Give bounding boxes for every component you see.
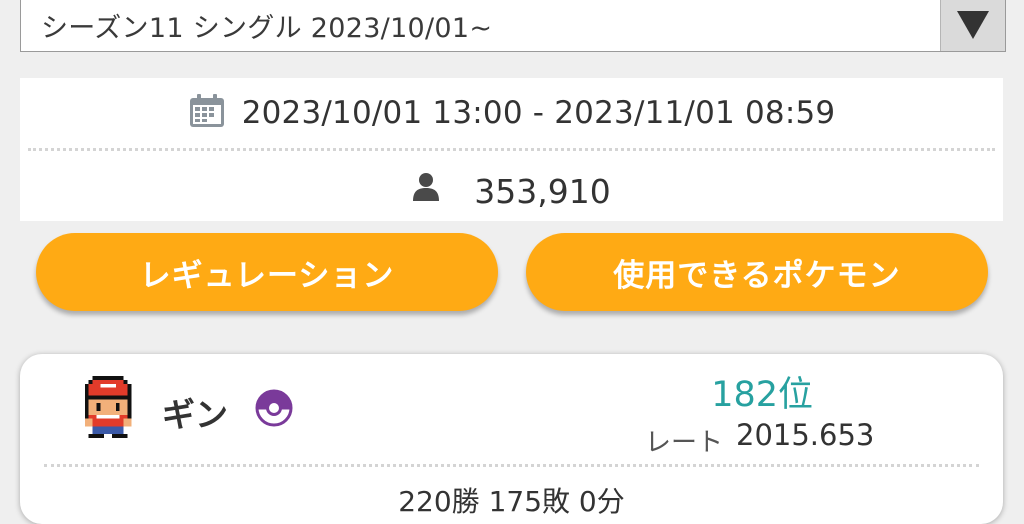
season-select-value: シーズン11 シングル 2023/10/01~: [41, 13, 493, 44]
season-info-panel: 2023/10/01 13:00 - 2023/11/01 08:59 353,…: [20, 78, 1003, 221]
usable-pokemon-button[interactable]: 使用できるポケモン: [526, 233, 988, 311]
trainer-avatar: [84, 376, 132, 438]
triangle-down-icon: [957, 11, 989, 39]
season-select-toggle[interactable]: [940, 0, 1005, 51]
dotted-divider: [28, 148, 995, 151]
dotted-divider: [44, 464, 979, 467]
person-icon: [413, 173, 440, 201]
player-name: ギン: [162, 395, 228, 434]
player-rank: 182位: [711, 375, 813, 415]
calendar-icon: [189, 94, 224, 127]
season-period: 2023/10/01 13:00 - 2023/11/01 08:59: [241, 95, 836, 131]
rate-value: 2015.653: [736, 418, 875, 452]
win-loss-record: 220勝 175敗 0分: [398, 485, 625, 518]
season-period-row: 2023/10/01 13:00 - 2023/11/01 08:59: [20, 90, 1003, 136]
rate-label: レート: [645, 428, 724, 458]
player-count-row: 353,910: [20, 166, 1003, 216]
regulation-button[interactable]: レギュレーション: [36, 233, 498, 311]
master-ball-icon: [255, 389, 293, 427]
season-select[interactable]: シーズン11 シングル 2023/10/01~: [20, 0, 1006, 52]
player-count: 353,910: [474, 171, 611, 211]
player-card[interactable]: ギン 182位 レート 2015.653 220勝 175敗 0分: [20, 354, 1003, 524]
